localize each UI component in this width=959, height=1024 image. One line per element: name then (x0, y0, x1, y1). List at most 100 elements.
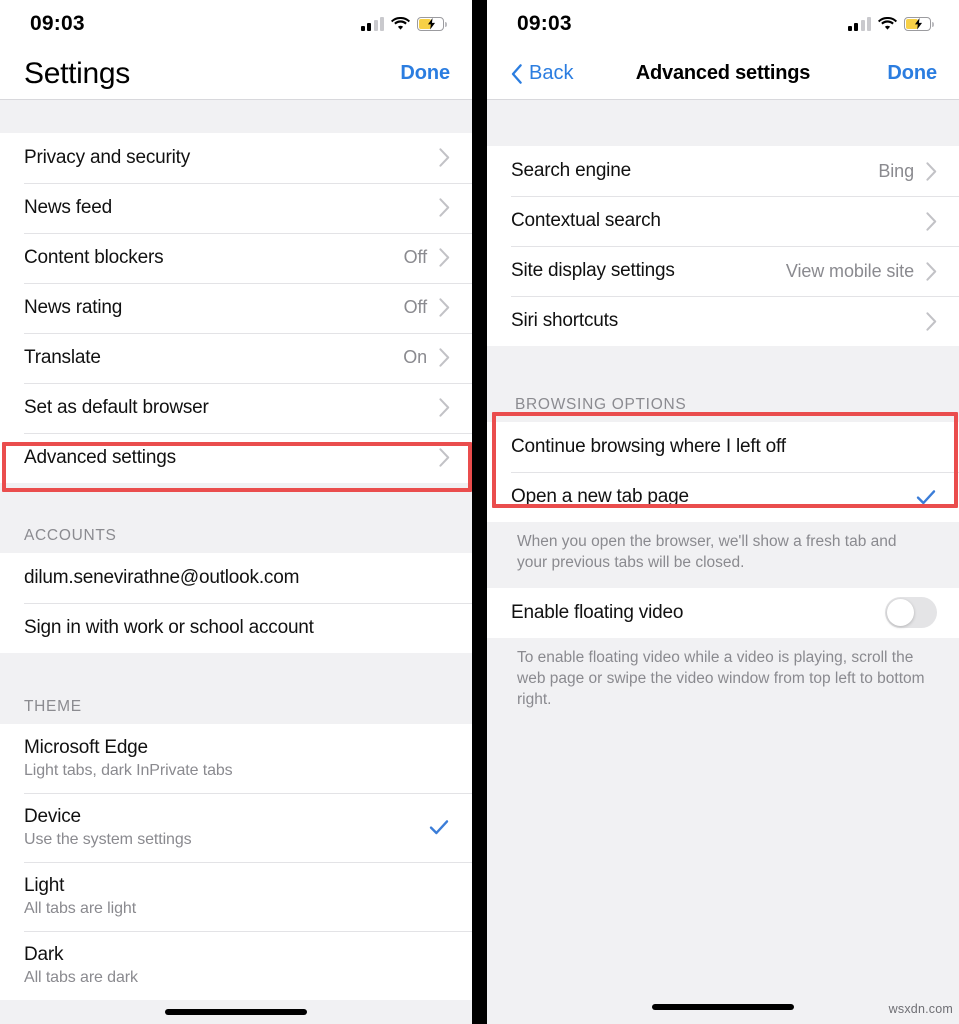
settings-row-advanced-settings[interactable]: Advanced settings (0, 432, 472, 483)
page-title: Settings (24, 56, 130, 90)
chevron-right-icon (439, 198, 450, 217)
row-label: dilum.senevirathne@outlook.com (24, 567, 300, 589)
back-button[interactable]: Back (511, 62, 573, 85)
right-filler (487, 724, 959, 990)
section-header-browsing-options: BROWSING OPTIONS (487, 386, 959, 422)
cellular-signal-icon (360, 17, 384, 31)
browsing-options-footnote: When you open the browser, we'll show a … (487, 522, 959, 588)
browsing-options-list: Continue browsing where I left off Open … (487, 422, 959, 522)
chevron-right-icon (439, 398, 450, 417)
chevron-right-icon (439, 448, 450, 467)
left-scroll-body: Privacy and security News feed Content b… (0, 100, 472, 1024)
right-scroll-body: Search engine Bing Contextual search Sit… (487, 100, 959, 1024)
chevron-right-icon (439, 148, 450, 167)
home-indicator[interactable] (165, 1008, 307, 1015)
accounts-list: dilum.senevirathne@outlook.com Sign in w… (0, 553, 472, 654)
row-value: Bing (878, 160, 914, 181)
theme-list: Microsoft Edge Light tabs, dark InPrivat… (0, 723, 472, 1000)
row-label: Light (24, 874, 65, 896)
cellular-signal-icon (847, 17, 871, 31)
section-header-accounts: ACCOUNTS (0, 525, 472, 554)
dual-screenshot-container: 09:03 Settings Done Privacy and security… (0, 0, 959, 1024)
wifi-icon (878, 17, 897, 30)
group-gap-accounts (0, 482, 472, 526)
row-label: Set as default browser (24, 396, 209, 418)
browsing-row-continue-where-left-off[interactable]: Continue browsing where I left off (487, 422, 959, 472)
advanced-row-search-engine[interactable]: Search engine Bing (487, 146, 959, 196)
row-label: Contextual search (511, 210, 661, 231)
theme-row-microsoft-edge[interactable]: Microsoft Edge Light tabs, dark InPrivat… (0, 723, 472, 793)
advanced-top-list: Search engine Bing Contextual search Sit… (487, 146, 959, 346)
chevron-right-icon (439, 248, 450, 267)
battery-charging-icon (904, 17, 935, 31)
status-icons (360, 17, 448, 31)
theme-row-light[interactable]: Light All tabs are light (0, 861, 472, 931)
row-label: Site display settings (511, 260, 675, 281)
group-gap-top-left (0, 100, 472, 133)
floating-video-list: Enable floating video (487, 587, 959, 638)
watermark: wsxdn.com (888, 1002, 953, 1016)
battery-charging-icon (417, 17, 448, 31)
group-gap-top-right (487, 100, 959, 146)
settings-row-news-rating[interactable]: News rating Off (0, 282, 472, 333)
row-label: Continue browsing where I left off (511, 436, 786, 457)
row-label: Sign in with work or school account (24, 617, 314, 639)
row-label: Content blockers (24, 246, 164, 268)
settings-row-set-as-default-browser[interactable]: Set as default browser (0, 382, 472, 433)
home-indicator-area-left (0, 999, 472, 1024)
row-label: Siri shortcuts (511, 310, 619, 331)
theme-row-device[interactable]: Device Use the system settings (0, 792, 472, 862)
advanced-row-site-display-settings[interactable]: Site display settings View mobile site (487, 246, 959, 296)
settings-row-translate[interactable]: Translate On (0, 332, 472, 383)
group-gap-theme (0, 653, 472, 696)
row-label: News feed (24, 196, 112, 218)
account-row-sign-in-work-school[interactable]: Sign in with work or school account (0, 603, 472, 654)
row-sublabel: Use the system settings (24, 830, 192, 848)
row-sublabel: All tabs are dark (24, 968, 138, 986)
back-button-label: Back (529, 62, 574, 84)
row-label: Device (24, 805, 81, 827)
account-row-email[interactable]: dilum.senevirathne@outlook.com (0, 553, 472, 604)
chevron-left-icon (511, 63, 522, 84)
group-gap-browsing (487, 346, 959, 386)
advanced-row-contextual-search[interactable]: Contextual search (487, 196, 959, 246)
enable-floating-video-toggle[interactable] (885, 597, 937, 629)
section-header-theme: THEME (0, 695, 472, 724)
theme-row-dark[interactable]: Dark All tabs are dark (0, 930, 472, 1000)
row-label: Privacy and security (24, 146, 191, 168)
row-label: Open a new tab page (511, 486, 689, 507)
status-time: 09:03 (517, 12, 572, 35)
row-sublabel: All tabs are light (24, 899, 137, 917)
status-time: 09:03 (30, 12, 85, 35)
chevron-right-icon (439, 298, 450, 317)
row-label: News rating (24, 296, 123, 318)
settings-row-content-blockers[interactable]: Content blockers Off (0, 232, 472, 283)
chevron-right-icon (926, 261, 937, 281)
row-label: Microsoft Edge (24, 736, 148, 758)
browsing-row-open-new-tab-page[interactable]: Open a new tab page (487, 472, 959, 522)
advanced-row-siri-shortcuts[interactable]: Siri shortcuts (487, 296, 959, 346)
row-value: Off (403, 247, 427, 268)
floating-video-row[interactable]: Enable floating video (487, 587, 959, 638)
row-sublabel: Light tabs, dark InPrivate tabs (24, 761, 233, 779)
status-icons (847, 17, 935, 31)
floating-video-footnote: To enable floating video while a video i… (487, 637, 959, 725)
chevron-right-icon (439, 348, 450, 367)
row-label: Enable floating video (511, 601, 684, 623)
checkmark-icon (429, 820, 449, 835)
settings-row-privacy-and-security[interactable]: Privacy and security (0, 132, 472, 183)
left-phone-screen: 09:03 Settings Done Privacy and security… (0, 0, 472, 1024)
done-button-right[interactable]: Done (887, 62, 937, 85)
row-label: Advanced settings (24, 446, 176, 468)
nav-bar-right: Back Advanced settings Done (487, 48, 959, 100)
row-label: Dark (24, 943, 64, 965)
toggle-knob (887, 599, 914, 627)
home-indicator[interactable] (652, 1004, 794, 1010)
row-value: Off (403, 297, 427, 318)
row-value: On (403, 347, 427, 368)
done-button-left[interactable]: Done (400, 62, 450, 85)
checkmark-icon (916, 490, 936, 505)
settings-row-news-feed[interactable]: News feed (0, 182, 472, 233)
nav-bar-left: Settings Done (0, 48, 472, 100)
status-bar-right: 09:03 (487, 0, 959, 48)
